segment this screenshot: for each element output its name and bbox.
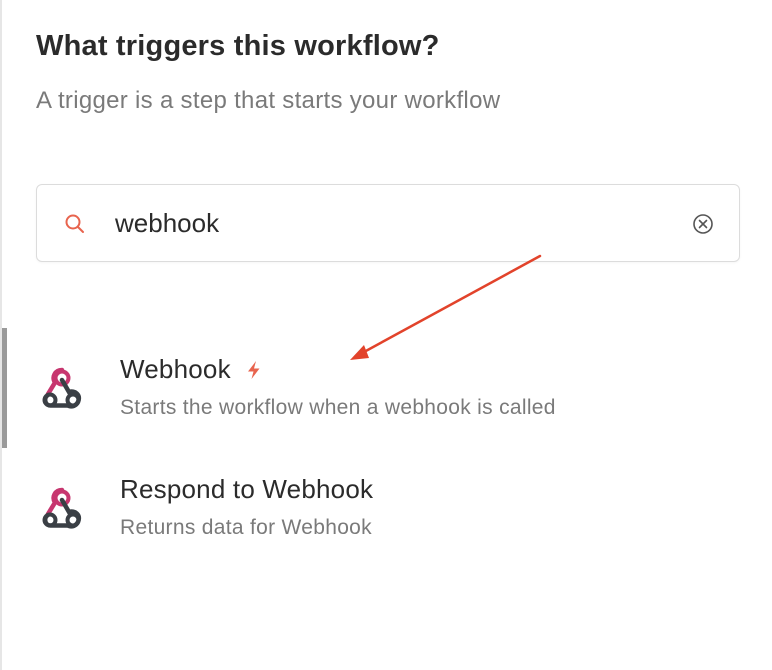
search-input[interactable] <box>115 203 675 243</box>
bolt-icon <box>247 360 260 379</box>
clear-icon[interactable] <box>691 212 715 236</box>
node-item-webhook[interactable]: Webhook Starts the workflow when a webho… <box>32 340 752 436</box>
node-name-text: Webhook <box>120 354 231 384</box>
search-icon <box>65 214 84 233</box>
node-name: Webhook <box>120 354 265 385</box>
node-description: Returns data for Webhook <box>120 516 372 539</box>
webhook-icon <box>42 367 81 409</box>
page-subtitle: A trigger is a step that starts your wor… <box>36 87 501 114</box>
search-box[interactable] <box>36 184 740 262</box>
trigger-panel: What triggers this workflow? A trigger i… <box>0 0 772 670</box>
active-indicator <box>2 328 7 448</box>
node-name: Respond to Webhook <box>120 474 374 504</box>
node-item-respond-to-webhook[interactable]: Respond to Webhook Returns data for Webh… <box>32 460 752 556</box>
node-description: Starts the workflow when a webhook is ca… <box>120 396 556 419</box>
webhook-icon <box>42 487 81 529</box>
page-title: What triggers this workflow? <box>36 30 440 62</box>
